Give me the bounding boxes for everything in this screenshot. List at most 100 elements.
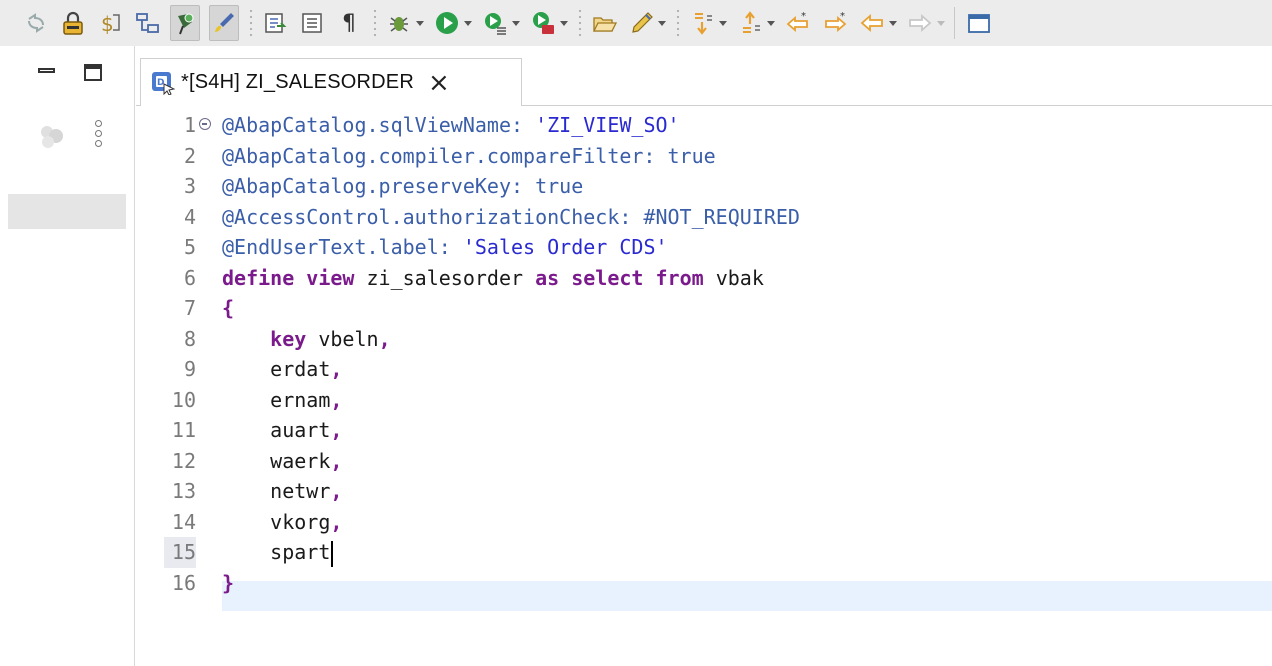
line-number: 14 [171,509,196,534]
view-menu-icon[interactable] [95,120,105,152]
editor-area: D *[S4H] ZI_SALESORDER × 1 2 3 4 5 6 7 8 9 10 11 12… [136,46,1272,666]
line-number: 11 [171,418,196,442]
code-token: key [270,326,319,351]
minimize-icon[interactable] [38,68,55,73]
toolbar-dollar-button[interactable]: $ [96,6,124,40]
line-number: 9 [183,357,196,381]
code-token: define view [222,265,367,290]
toolbar-open-folder-button[interactable] [590,6,618,40]
line-number: 2 [183,143,196,168]
code-token: 'ZI_VIEW_SO' [535,113,680,137]
close-icon[interactable]: × [428,70,450,96]
toolbar-export-button[interactable] [261,6,289,40]
code-editor[interactable]: 1 2 3 4 5 6 7 8 9 10 11 12 13 14 15 16 @AbapCatalog.sql… [136,106,1272,666]
code-token: zi_salesorder [366,265,536,290]
code-line[interactable]: netwr, [222,476,800,507]
chevron-down-icon[interactable] [937,20,945,26]
chevron-down-icon[interactable] [416,20,424,26]
tab-title: *[S4H] ZI_SALESORDER [181,71,414,93]
code-token: vbak [715,265,764,290]
code-token: , [330,357,343,381]
code-line[interactable]: @AbapCatalog.compiler.compareFilter: tru… [222,141,800,172]
line-number: 13 [171,479,196,503]
code-token: , [330,479,343,503]
code-line[interactable]: } [222,568,800,599]
code-line[interactable]: { [222,293,800,324]
code-line[interactable]: waerk, [222,446,800,477]
pilcrow-icon: ¶ [342,10,356,36]
code-line[interactable]: @AbapCatalog.sqlViewName: 'ZI_VIEW_SO' [222,110,800,141]
line-number: 6 [183,265,196,290]
chevron-down-icon[interactable] [464,20,472,26]
toolbar-run-button[interactable] [433,6,472,40]
tree-icon [133,9,161,37]
svg-text:*: * [840,11,845,22]
toolbar-list-button[interactable] [298,6,326,40]
code-token: { [222,296,235,320]
code-line[interactable]: @AccessControl.authorizationCheck: #NOT_… [222,202,800,233]
toolbar-window-button[interactable] [965,6,993,40]
code-token: , [330,418,343,442]
maximize-icon[interactable] [84,64,102,81]
svg-text:$: $ [101,12,114,36]
toolbar-pin-button[interactable] [170,5,200,41]
toolbar-refresh-button[interactable] [22,6,50,40]
code-line[interactable]: key vbeln, [222,324,800,355]
toolbar-next-edit-button[interactable]: * [821,6,849,40]
toolbar-pilcrow-button[interactable]: ¶ [335,6,363,40]
chevron-down-icon[interactable] [658,20,666,26]
toolbar-next-annotation-button[interactable] [688,6,727,40]
code-token: auart [222,418,331,442]
chevron-down-icon[interactable] [767,20,775,26]
code-token: vkorg [222,509,331,534]
export-icon [261,9,289,37]
code-lines[interactable]: @AbapCatalog.sqlViewName: 'ZI_VIEW_SO' @A… [222,110,800,598]
back-icon [858,9,886,37]
chevron-down-icon[interactable] [560,20,568,26]
toolbar-prev-annotation-button[interactable] [736,6,775,40]
window-icon [965,9,993,37]
code-line[interactable]: erdat, [222,354,800,385]
toolbar-pencil-button[interactable] [627,6,666,40]
toolbar-back-button[interactable] [858,6,897,40]
cds-view-icon: D [151,71,176,96]
chevron-down-icon[interactable] [512,20,520,26]
run-config-icon [481,9,509,37]
code-line[interactable]: ernam, [222,385,800,416]
toolbar-brush-button[interactable] [209,5,239,41]
panel-sash[interactable] [126,46,135,666]
next-edit-icon: * [821,9,849,37]
toolbar-run-config-button[interactable] [481,6,520,40]
tab-zi-salesorder[interactable]: D *[S4H] ZI_SALESORDER × [140,58,522,106]
fold-toggle-icon[interactable] [199,118,211,130]
panel-selected-row[interactable] [8,194,126,229]
pencil-icon [627,9,655,37]
toolbar-debug-button[interactable] [385,6,424,40]
line-number: 4 [183,204,196,229]
code-token: @AccessControl.authorizationCheck: #NOT_… [222,204,800,229]
text-caret [331,540,334,567]
line-number: 7 [183,296,196,320]
toolbar-last-edit-button[interactable]: * [784,6,812,40]
toolbar-external-tools-button[interactable] [529,6,568,40]
code-line[interactable]: spart [222,537,800,568]
toolbar-separator [577,8,583,38]
toolbar-tree-button[interactable] [133,6,161,40]
toolbar-lock-button[interactable] [59,6,87,40]
refresh-icon [22,9,50,37]
chevron-down-icon[interactable] [889,20,897,26]
code-line[interactable]: auart, [222,415,800,446]
code-line[interactable]: define view zi_salesorder as select from… [222,263,800,294]
code-line[interactable]: @EndUserText.label: 'Sales Order CDS' [222,232,800,263]
code-line[interactable]: vkorg, [222,507,800,538]
line-number: 12 [171,448,196,473]
line-number: 1 [183,113,196,137]
chevron-down-icon[interactable] [719,20,727,26]
line-number: 8 [183,326,196,351]
code-token: @AbapCatalog.sqlViewName: [222,113,536,137]
code-line[interactable]: @AbapCatalog.preserveKey: true [222,171,800,202]
left-panel [0,46,126,666]
code-token: @AbapCatalog.compiler.compareFilter: tru… [222,143,716,168]
toolbar-forward-button[interactable] [906,6,945,40]
